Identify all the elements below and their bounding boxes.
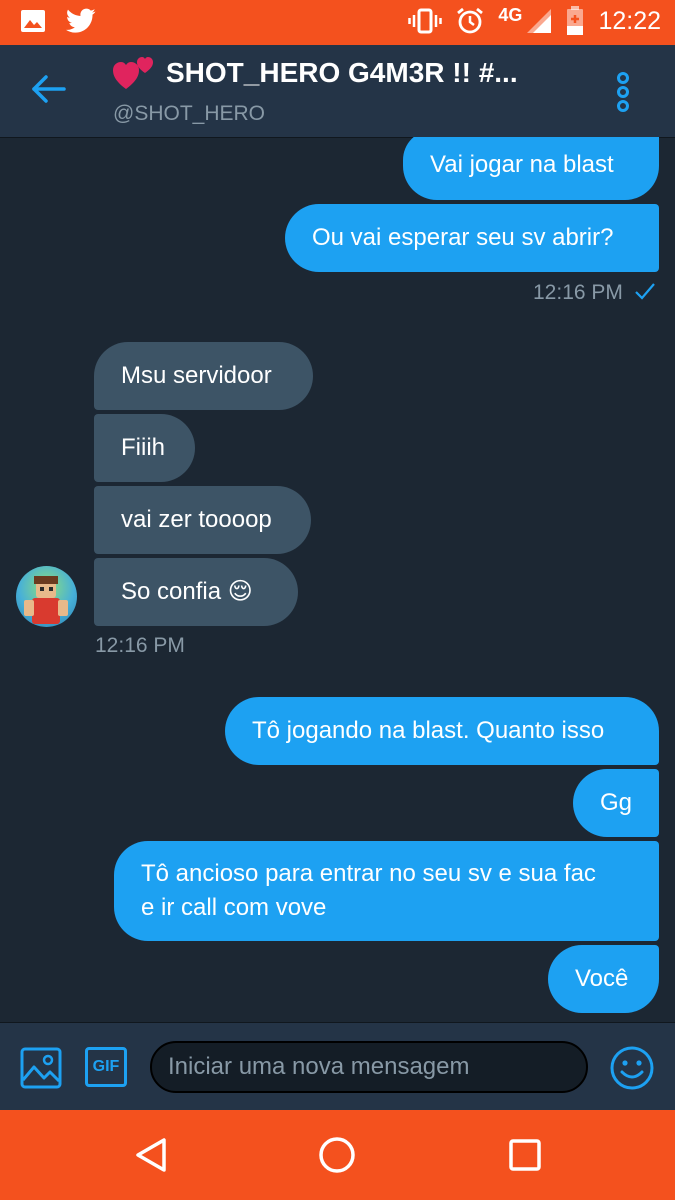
signal-icon [527, 9, 552, 33]
gif-button[interactable]: GIF [85, 1047, 127, 1087]
nav-back-icon[interactable] [134, 1137, 168, 1173]
message-list[interactable]: Vai jogar na blast Ou vai esperar seu sv… [0, 137, 675, 1022]
alarm-icon [457, 7, 484, 34]
message-bubble-outgoing[interactable]: Vai jogar na blast [403, 137, 659, 200]
twitter-icon [66, 8, 96, 33]
message-text: Você [575, 965, 629, 992]
message-text: Gg [600, 789, 633, 816]
two-hearts-icon [113, 57, 153, 89]
message-text: So confia 😌 [121, 578, 253, 605]
message-bubble-incoming[interactable]: Fiiih [94, 414, 195, 482]
nav-home-icon[interactable] [318, 1136, 356, 1174]
message-timestamp: 12:16 PM [95, 634, 185, 657]
system-navigation-bar [0, 1110, 675, 1200]
message-text: Tô jogando na blast. Quanto isso [252, 717, 605, 744]
back-arrow-icon[interactable] [30, 73, 66, 105]
message-input[interactable]: Iniciar uma nova mensagem [150, 1041, 588, 1093]
gif-label: GIF [92, 1058, 120, 1075]
message-input-placeholder: Iniciar uma nova mensagem [168, 1053, 470, 1080]
status-bar: 4G 12:22 [0, 0, 675, 45]
image-attach-icon[interactable] [20, 1047, 62, 1089]
gallery-icon [21, 10, 45, 32]
message-timestamp: 12:16 PM [533, 281, 623, 304]
clock: 12:22 [598, 6, 661, 35]
user-handle: @SHOT_HERO [113, 102, 266, 125]
nav-recents-icon[interactable] [508, 1138, 542, 1172]
conversation-header: SHOT_HERO G4M3R !! #... @SHOT_HERO [0, 45, 675, 138]
message-text: vai zer toooop [121, 506, 272, 533]
message-text: Vai jogar na blast [430, 151, 614, 178]
emoji-icon[interactable] [609, 1045, 655, 1091]
message-bubble-outgoing[interactable]: Você [548, 945, 659, 1013]
avatar-character-icon [24, 576, 68, 624]
message-text: Msu servidoor [121, 362, 272, 389]
more-vertical-icon[interactable] [612, 71, 634, 113]
avatar[interactable] [16, 566, 77, 627]
message-bubble-outgoing[interactable]: Tô jogando na blast. Quanto isso [225, 697, 659, 765]
message-bubble-outgoing[interactable]: Gg [573, 769, 659, 837]
message-bubble-outgoing[interactable]: Tô ancioso para entrar no seu sv e sua f… [114, 841, 659, 941]
sent-check-icon [635, 283, 655, 300]
message-bubble-outgoing[interactable]: Ou vai esperar seu sv abrir? [285, 204, 659, 272]
message-composer: GIF Iniciar uma nova mensagem [0, 1022, 675, 1111]
message-text-line: Tô ancioso para entrar no seu sv e sua f… [141, 860, 596, 887]
network-type: 4G [498, 4, 523, 25]
battery-icon [567, 6, 584, 35]
message-bubble-incoming[interactable]: So confia 😌 [94, 558, 298, 626]
message-text: Fiiih [121, 434, 166, 461]
title-row[interactable]: SHOT_HERO G4M3R !! #... [112, 55, 518, 91]
conversation-title: SHOT_HERO G4M3R !! #... [166, 57, 518, 88]
vibrate-icon [408, 8, 443, 34]
message-text-line: e ir call com vove [141, 894, 327, 921]
message-text: Ou vai esperar seu sv abrir? [312, 224, 614, 251]
message-bubble-incoming[interactable]: Msu servidoor [94, 342, 313, 410]
message-bubble-incoming[interactable]: vai zer toooop [94, 486, 311, 554]
